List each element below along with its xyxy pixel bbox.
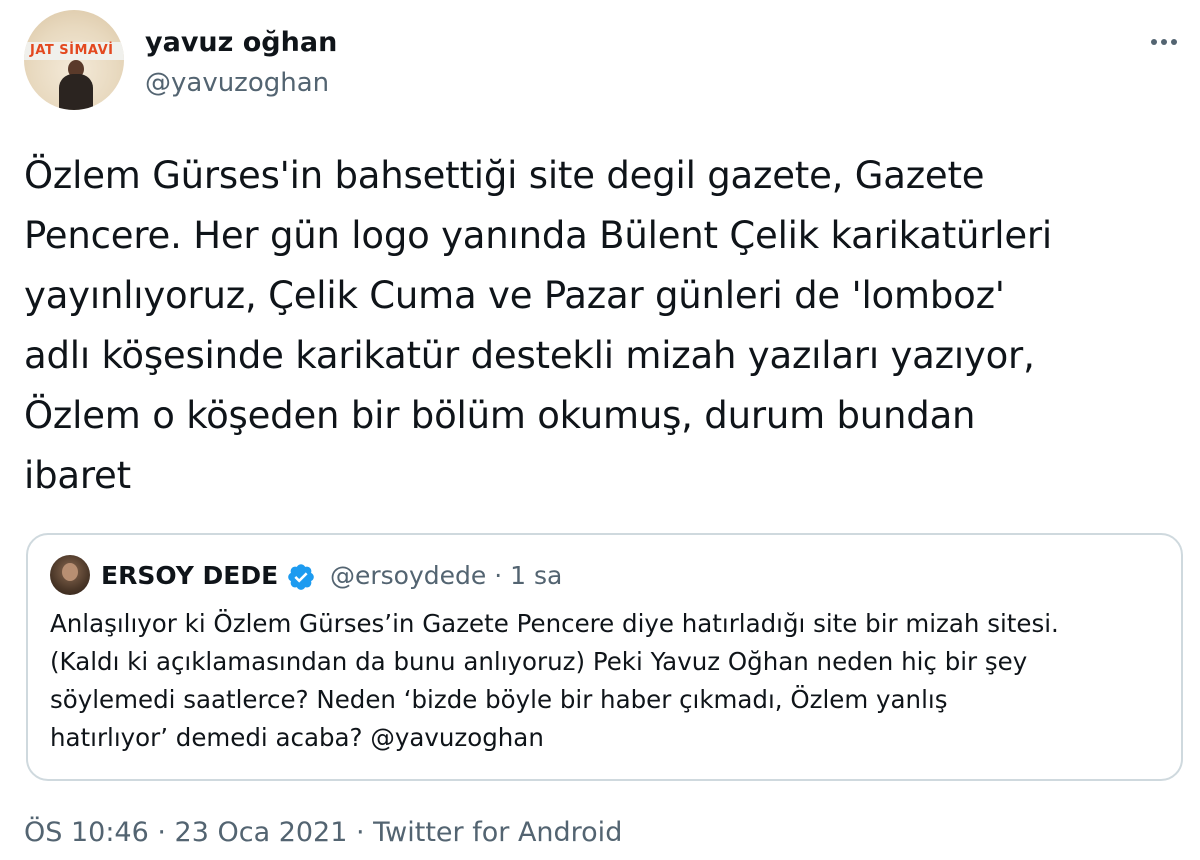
avatar-person-body: [59, 74, 93, 110]
tweet-footer: ÖS 10:46 · 23 Oca 2021 · Twitter for And…: [24, 813, 622, 853]
tweet-source-link[interactable]: Twitter for Android: [373, 817, 622, 848]
author-handle[interactable]: @yavuzoghan: [145, 66, 329, 100]
verified-badge-icon: [288, 564, 314, 590]
avatar-banner-text: JAT SİMAVİ: [30, 43, 114, 58]
tweet-timestamp[interactable]: ÖS 10:46 · 23 Oca 2021 ·: [24, 817, 373, 848]
quoted-author-name[interactable]: ERSOY DEDE: [101, 559, 278, 593]
quoted-handle-time[interactable]: @ersoydede · 1 sa: [330, 559, 562, 593]
more-dot: [1171, 39, 1177, 45]
more-dot: [1161, 39, 1167, 45]
quoted-author-avatar[interactable]: [50, 555, 90, 595]
quoted-tweet[interactable]: ERSOY DEDE @ersoydede · 1 sa Anlaşılıyor…: [26, 533, 1183, 781]
quoted-tweet-text: Anlaşılıyor ki Özlem Gürses’in Gazete Pe…: [50, 609, 1059, 752]
tweet-text: Özlem Gürses'in bahsettiği site degil ga…: [24, 154, 1053, 497]
author-avatar[interactable]: JAT SİMAVİ: [24, 10, 124, 110]
more-dot: [1151, 39, 1157, 45]
quoted-avatar-face: [62, 563, 78, 581]
tweet: JAT SİMAVİ yavuz oğhan @yavuzoghan Özlem…: [0, 0, 1200, 860]
more-horizontal-icon[interactable]: [1144, 30, 1184, 54]
author-display-name[interactable]: yavuz oğhan: [145, 26, 337, 60]
